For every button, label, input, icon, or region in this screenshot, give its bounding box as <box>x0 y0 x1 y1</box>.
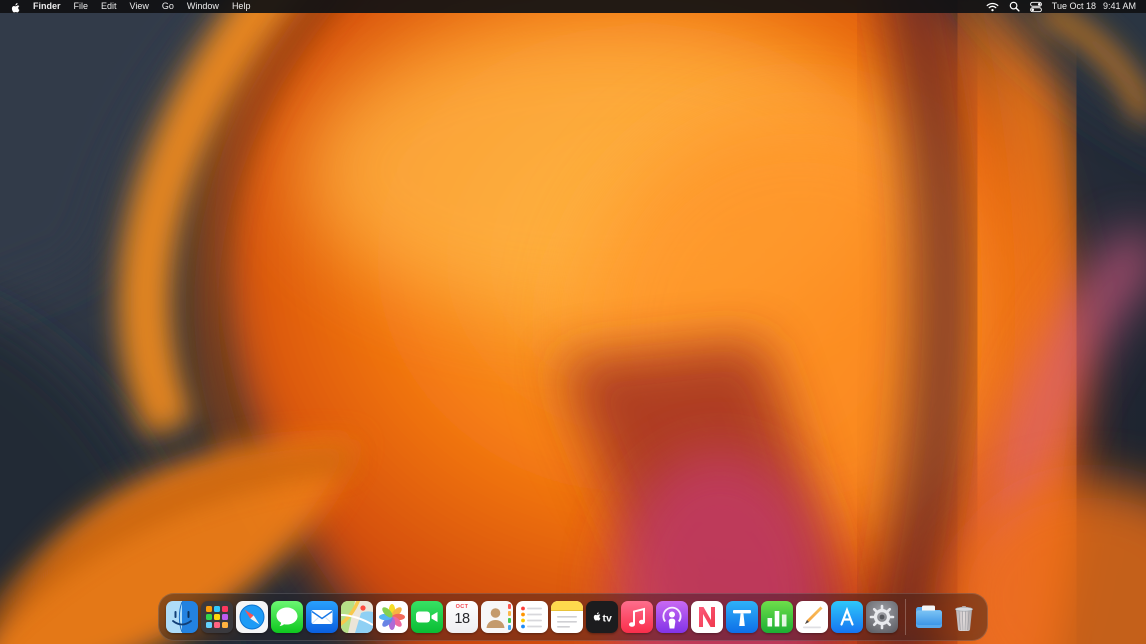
downloads-folder-icon[interactable] <box>913 601 945 633</box>
desktop-wallpaper <box>0 0 1146 644</box>
pages-icon[interactable] <box>796 601 828 633</box>
menu-item-window[interactable]: Window <box>187 0 219 13</box>
calendar-day-label: 18 <box>454 612 469 627</box>
spotlight-search-icon[interactable] <box>1009 1 1020 12</box>
clock-time: 9:41 AM <box>1103 0 1136 13</box>
control-center-icon[interactable] <box>1030 1 1042 13</box>
keynote-icon[interactable] <box>726 601 758 633</box>
menu-item-file[interactable]: File <box>74 0 89 13</box>
music-icon[interactable] <box>621 601 653 633</box>
photos-icon[interactable] <box>376 601 408 633</box>
safari-icon[interactable] <box>236 601 268 633</box>
dock: OCT 18 <box>158 593 988 641</box>
facetime-icon[interactable] <box>411 601 443 633</box>
menu-item-help[interactable]: Help <box>232 0 251 13</box>
apple-icon[interactable] <box>10 1 20 13</box>
menu-item-finder[interactable]: Finder <box>33 0 61 13</box>
apple-tv-label: tv <box>603 613 612 625</box>
numbers-icon[interactable] <box>761 601 793 633</box>
menu-bar-left: Finder File Edit View Go Window Help <box>10 0 250 13</box>
menu-item-go[interactable]: Go <box>162 0 174 13</box>
clock-date: Tue Oct 18 <box>1052 0 1096 13</box>
menu-bar-clock[interactable]: Tue Oct 18 9:41 AM <box>1052 0 1136 13</box>
menu-item-edit[interactable]: Edit <box>101 0 117 13</box>
news-icon[interactable] <box>691 601 723 633</box>
podcasts-icon[interactable] <box>656 601 688 633</box>
dock-separator <box>905 599 906 635</box>
trash-icon[interactable] <box>948 601 980 633</box>
notes-icon[interactable] <box>551 601 583 633</box>
app-store-icon[interactable] <box>831 601 863 633</box>
menu-bar: Finder File Edit View Go Window Help <box>0 0 1146 13</box>
reminders-icon[interactable] <box>516 601 548 633</box>
menu-item-view[interactable]: View <box>130 0 149 13</box>
calendar-month-label: OCT <box>456 605 469 611</box>
system-settings-icon[interactable] <box>866 601 898 633</box>
apple-tv-icon[interactable]: tv <box>586 601 618 633</box>
messages-icon[interactable] <box>271 601 303 633</box>
contacts-icon[interactable] <box>481 601 513 633</box>
finder-icon[interactable] <box>166 601 198 633</box>
maps-icon[interactable] <box>341 601 373 633</box>
mail-icon[interactable] <box>306 601 338 633</box>
launchpad-icon[interactable] <box>201 601 233 633</box>
menu-bar-status: Tue Oct 18 9:41 AM <box>986 0 1136 13</box>
calendar-icon[interactable]: OCT 18 <box>446 601 478 633</box>
wifi-icon[interactable] <box>986 2 999 12</box>
